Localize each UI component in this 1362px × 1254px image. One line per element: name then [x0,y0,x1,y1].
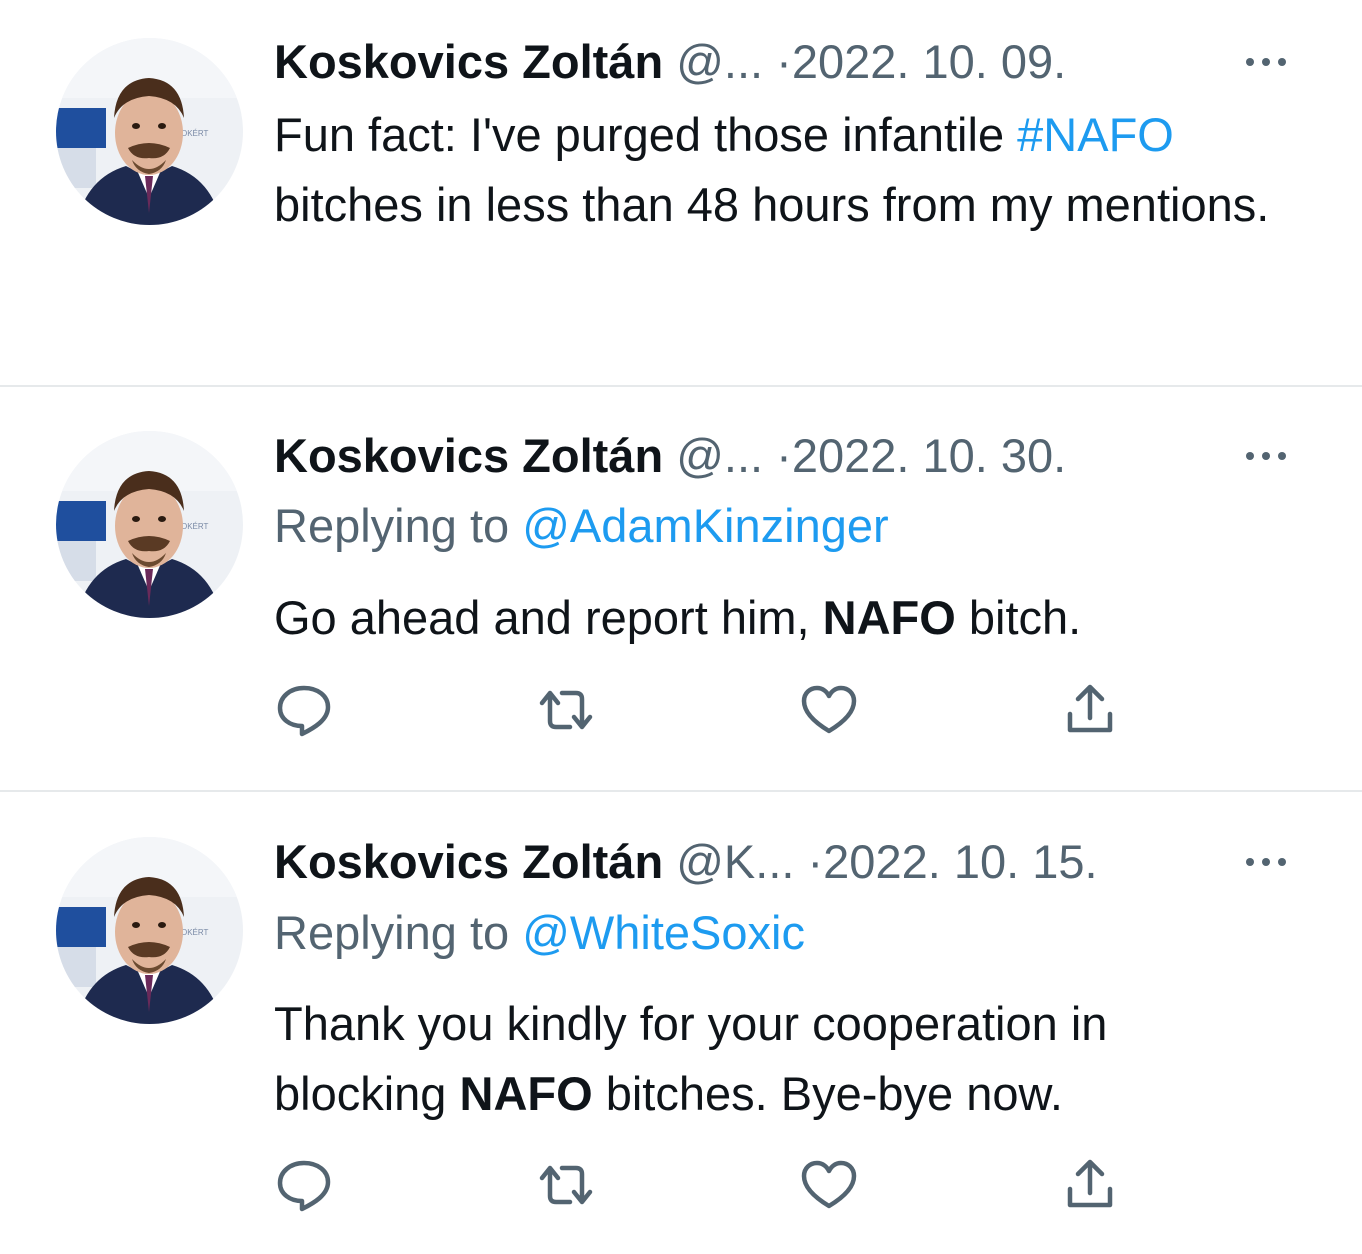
display-name[interactable]: Koskovics Zoltán [274,429,663,482]
like-icon[interactable] [797,1155,861,1215]
tweet-date[interactable]: 2022. 10. 15. [823,835,1097,888]
divider [0,790,1362,792]
avatar[interactable] [56,431,243,618]
tweet-text-bold: NAFO [822,591,956,644]
user-handle[interactable]: @K... [676,835,794,888]
replying-to: Replying to @AdamKinzinger [274,498,889,554]
tweet-text: Go ahead and report him, NAFO bitch. [274,583,1334,653]
tweet-text-part: Go ahead and report him, [274,591,823,644]
retweet-icon[interactable] [534,680,598,740]
action-bar [270,1155,1170,1215]
mention-link[interactable]: @WhiteSoxic [522,906,805,959]
display-name[interactable]: Koskovics Zoltán [274,35,663,88]
separator: · [776,429,792,482]
tweet-header: Koskovics Zoltán @... ·2022. 10. 09. [274,34,1066,90]
replying-to: Replying to @WhiteSoxic [274,905,805,961]
reply-icon[interactable] [272,1155,336,1215]
tweet-text-part: bitches in less than 48 hours from my me… [274,178,1270,231]
tweet-text-part: Fun fact: I've purged those infantile [274,108,1018,161]
more-dots-icon[interactable] [1236,852,1296,872]
divider [0,385,1362,387]
tweet-date[interactable]: 2022. 10. 09. [792,35,1066,88]
more-dots-icon[interactable] [1236,52,1296,72]
tweet-text: Fun fact: I've purged those infantile #N… [274,100,1334,240]
tweet[interactable]: Koskovics Zoltán @... ·2022. 10. 30. Rep… [0,388,1362,790]
avatar[interactable] [56,837,243,1024]
tweet-text-part: bitches. Bye-bye now. [592,1067,1063,1120]
separator: · [807,835,824,888]
display-name[interactable]: Koskovics Zoltán [274,835,663,888]
retweet-icon[interactable] [534,1155,598,1215]
like-icon[interactable] [797,680,861,740]
share-icon[interactable] [1058,1155,1122,1215]
more-dots-icon[interactable] [1236,446,1296,466]
tweet-text: Thank you kindly for your cooperation in… [274,989,1274,1129]
tweet-date[interactable]: 2022. 10. 30. [792,429,1066,482]
user-handle[interactable]: @... [676,429,763,482]
user-handle[interactable]: @... [676,35,763,88]
tweet-text-part: bitch. [955,591,1082,644]
hashtag-link[interactable]: #NAFO [1017,108,1174,161]
tweet-header: Koskovics Zoltán @K... ·2022. 10. 15. [274,834,1098,890]
separator: · [776,35,792,88]
avatar[interactable] [56,38,243,225]
replying-label: Replying to [274,906,523,959]
mention-link[interactable]: @AdamKinzinger [522,499,888,552]
tweet[interactable]: Koskovics Zoltán @... ·2022. 10. 09. Fun… [0,0,1362,386]
share-icon[interactable] [1058,680,1122,740]
tweet-header: Koskovics Zoltán @... ·2022. 10. 30. [274,428,1066,484]
tweet[interactable]: Koskovics Zoltán @K... ·2022. 10. 15. Re… [0,793,1362,1254]
tweet-text-bold: NAFO [459,1067,593,1120]
reply-icon[interactable] [272,680,336,740]
replying-label: Replying to [274,499,523,552]
action-bar [270,680,1170,740]
